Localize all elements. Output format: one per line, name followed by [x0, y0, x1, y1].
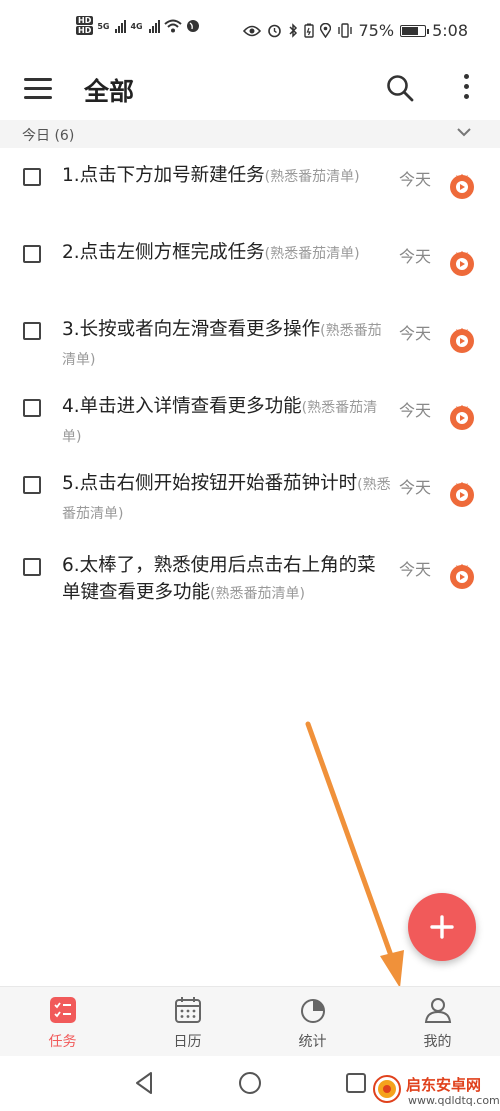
task-text: 4.单击进入详情查看更多功能(熟悉番茄清单) — [62, 393, 394, 451]
task-title: 1.点击下方加号新建任务 — [62, 165, 265, 186]
alarm-icon — [267, 24, 281, 38]
location-icon — [319, 23, 331, 38]
hd-badges: HD HD — [76, 16, 94, 36]
section-label: 今日 (6) — [22, 128, 75, 144]
chevron-down-icon[interactable] — [456, 126, 472, 138]
wifi-icon — [163, 19, 182, 33]
task-checkbox[interactable] — [23, 322, 41, 340]
plus-icon — [430, 915, 454, 939]
pie-chart-icon — [301, 999, 325, 1023]
bluetooth-icon — [288, 23, 297, 38]
task-list-name: (熟悉番茄清单) — [264, 246, 360, 262]
task-text: 2.点击左侧方框完成任务(熟悉番茄清单) — [62, 239, 394, 268]
task-date: 今天 — [399, 401, 432, 420]
task-checkbox[interactable] — [23, 476, 41, 494]
more-options-icon[interactable] — [456, 74, 476, 104]
task-title: 4.单击进入详情查看更多功能 — [62, 396, 302, 417]
tomato-start-icon[interactable] — [447, 478, 477, 508]
task-date: 今天 — [399, 324, 432, 343]
nav-label: 我的 — [423, 1034, 452, 1050]
hd-badge: HD — [76, 16, 94, 25]
battery-saver-icon — [303, 23, 314, 38]
section-header-today[interactable]: 今日 (6) — [0, 120, 500, 148]
watermark-title: 启东安卓网 — [406, 1076, 482, 1094]
nav-tab-tasks[interactable]: 任务 — [0, 987, 125, 1057]
nav-tab-statistics[interactable]: 统计 — [250, 987, 375, 1057]
task-checkbox[interactable] — [23, 399, 41, 417]
task-checkbox[interactable] — [23, 168, 41, 186]
task-row[interactable]: 1.点击下方加号新建任务(熟悉番茄清单) 今天 — [0, 150, 500, 228]
network-type-label: 4G — [130, 21, 143, 31]
nav-label: 统计 — [298, 1034, 327, 1050]
tomato-start-icon[interactable] — [447, 324, 477, 354]
person-icon — [424, 998, 452, 1023]
status-bar-right: 75% 5:08 — [242, 21, 468, 40]
globe-icon — [186, 20, 199, 32]
task-text: 6.太棒了，熟悉使用后点击右上角的菜单键查看更多功能(熟悉番茄清单) — [62, 552, 394, 608]
hd-badge: HD — [76, 26, 94, 35]
nav-label: 任务 — [48, 1034, 77, 1050]
watermark-logo-icon — [373, 1075, 401, 1103]
app-bar: 全部 — [0, 62, 500, 118]
task-row[interactable]: 6.太棒了，熟悉使用后点击右上角的菜单键查看更多功能(熟悉番茄清单) 今天 — [0, 540, 500, 618]
task-date: 今天 — [399, 560, 432, 579]
task-title: 5.点击右侧开始按钮开始番茄钟计时 — [62, 473, 358, 494]
battery-percent: 75% — [358, 21, 395, 40]
task-date: 今天 — [399, 478, 432, 497]
home-icon[interactable] — [237, 1070, 263, 1096]
task-text: 5.点击右侧开始按钮开始番茄钟计时(熟悉番茄清单) — [62, 470, 394, 528]
task-list-name: (熟悉番茄清单) — [264, 169, 360, 185]
task-row[interactable]: 5.点击右侧开始按钮开始番茄钟计时(熟悉番茄清单) 今天 — [0, 458, 500, 536]
clock-time: 5:08 — [432, 21, 468, 40]
task-list-icon — [50, 997, 76, 1023]
menu-icon[interactable] — [24, 78, 52, 100]
vibrate-icon — [337, 23, 352, 38]
status-bar-left: HD HD 5G 4G — [76, 16, 200, 36]
task-row[interactable]: 3.长按或者向左滑查看更多操作(熟悉番茄清单) 今天 — [0, 304, 500, 382]
tomato-start-icon[interactable] — [447, 170, 477, 200]
nav-tab-me[interactable]: 我的 — [375, 987, 500, 1057]
signal-strength-icon — [148, 19, 160, 33]
page-title: 全部 — [84, 77, 135, 106]
annotation-arrow — [305, 721, 404, 988]
task-row[interactable]: 4.单击进入详情查看更多功能(熟悉番茄清单) 今天 — [0, 381, 500, 459]
calendar-icon — [175, 997, 201, 1023]
nav-tab-calendar[interactable]: 日历 — [125, 987, 250, 1057]
network-type-label: 5G — [97, 21, 110, 31]
tomato-start-icon[interactable] — [447, 401, 477, 431]
task-date: 今天 — [399, 170, 432, 189]
tomato-start-icon[interactable] — [447, 560, 477, 590]
watermark: 启东安卓网 www.qdldtq.com — [366, 1072, 500, 1111]
bottom-navigation: 任务 日历 统计 我的 — [0, 986, 500, 1057]
task-text: 3.长按或者向左滑查看更多操作(熟悉番茄清单) — [62, 316, 394, 374]
tomato-start-icon[interactable] — [447, 247, 477, 277]
search-icon[interactable] — [384, 72, 416, 104]
eye-icon — [242, 25, 261, 36]
watermark-url: www.qdldtq.com — [408, 1094, 500, 1107]
status-bar: HD HD 5G 4G 75% 5:08 — [0, 0, 500, 62]
task-date: 今天 — [399, 247, 432, 266]
task-row[interactable]: 2.点击左侧方框完成任务(熟悉番茄清单) 今天 — [0, 227, 500, 305]
nav-label: 日历 — [173, 1034, 202, 1050]
task-title: 2.点击左侧方框完成任务 — [62, 242, 265, 263]
add-task-button[interactable] — [408, 893, 476, 961]
back-icon[interactable] — [132, 1070, 158, 1096]
task-checkbox[interactable] — [23, 558, 41, 576]
task-title: 3.长按或者向左滑查看更多操作 — [62, 319, 321, 340]
task-list-name: (熟悉番茄清单) — [210, 586, 305, 602]
task-checkbox[interactable] — [23, 245, 41, 263]
signal-strength-icon — [115, 19, 127, 33]
battery-icon — [400, 24, 430, 37]
task-text: 1.点击下方加号新建任务(熟悉番茄清单) — [62, 162, 394, 191]
